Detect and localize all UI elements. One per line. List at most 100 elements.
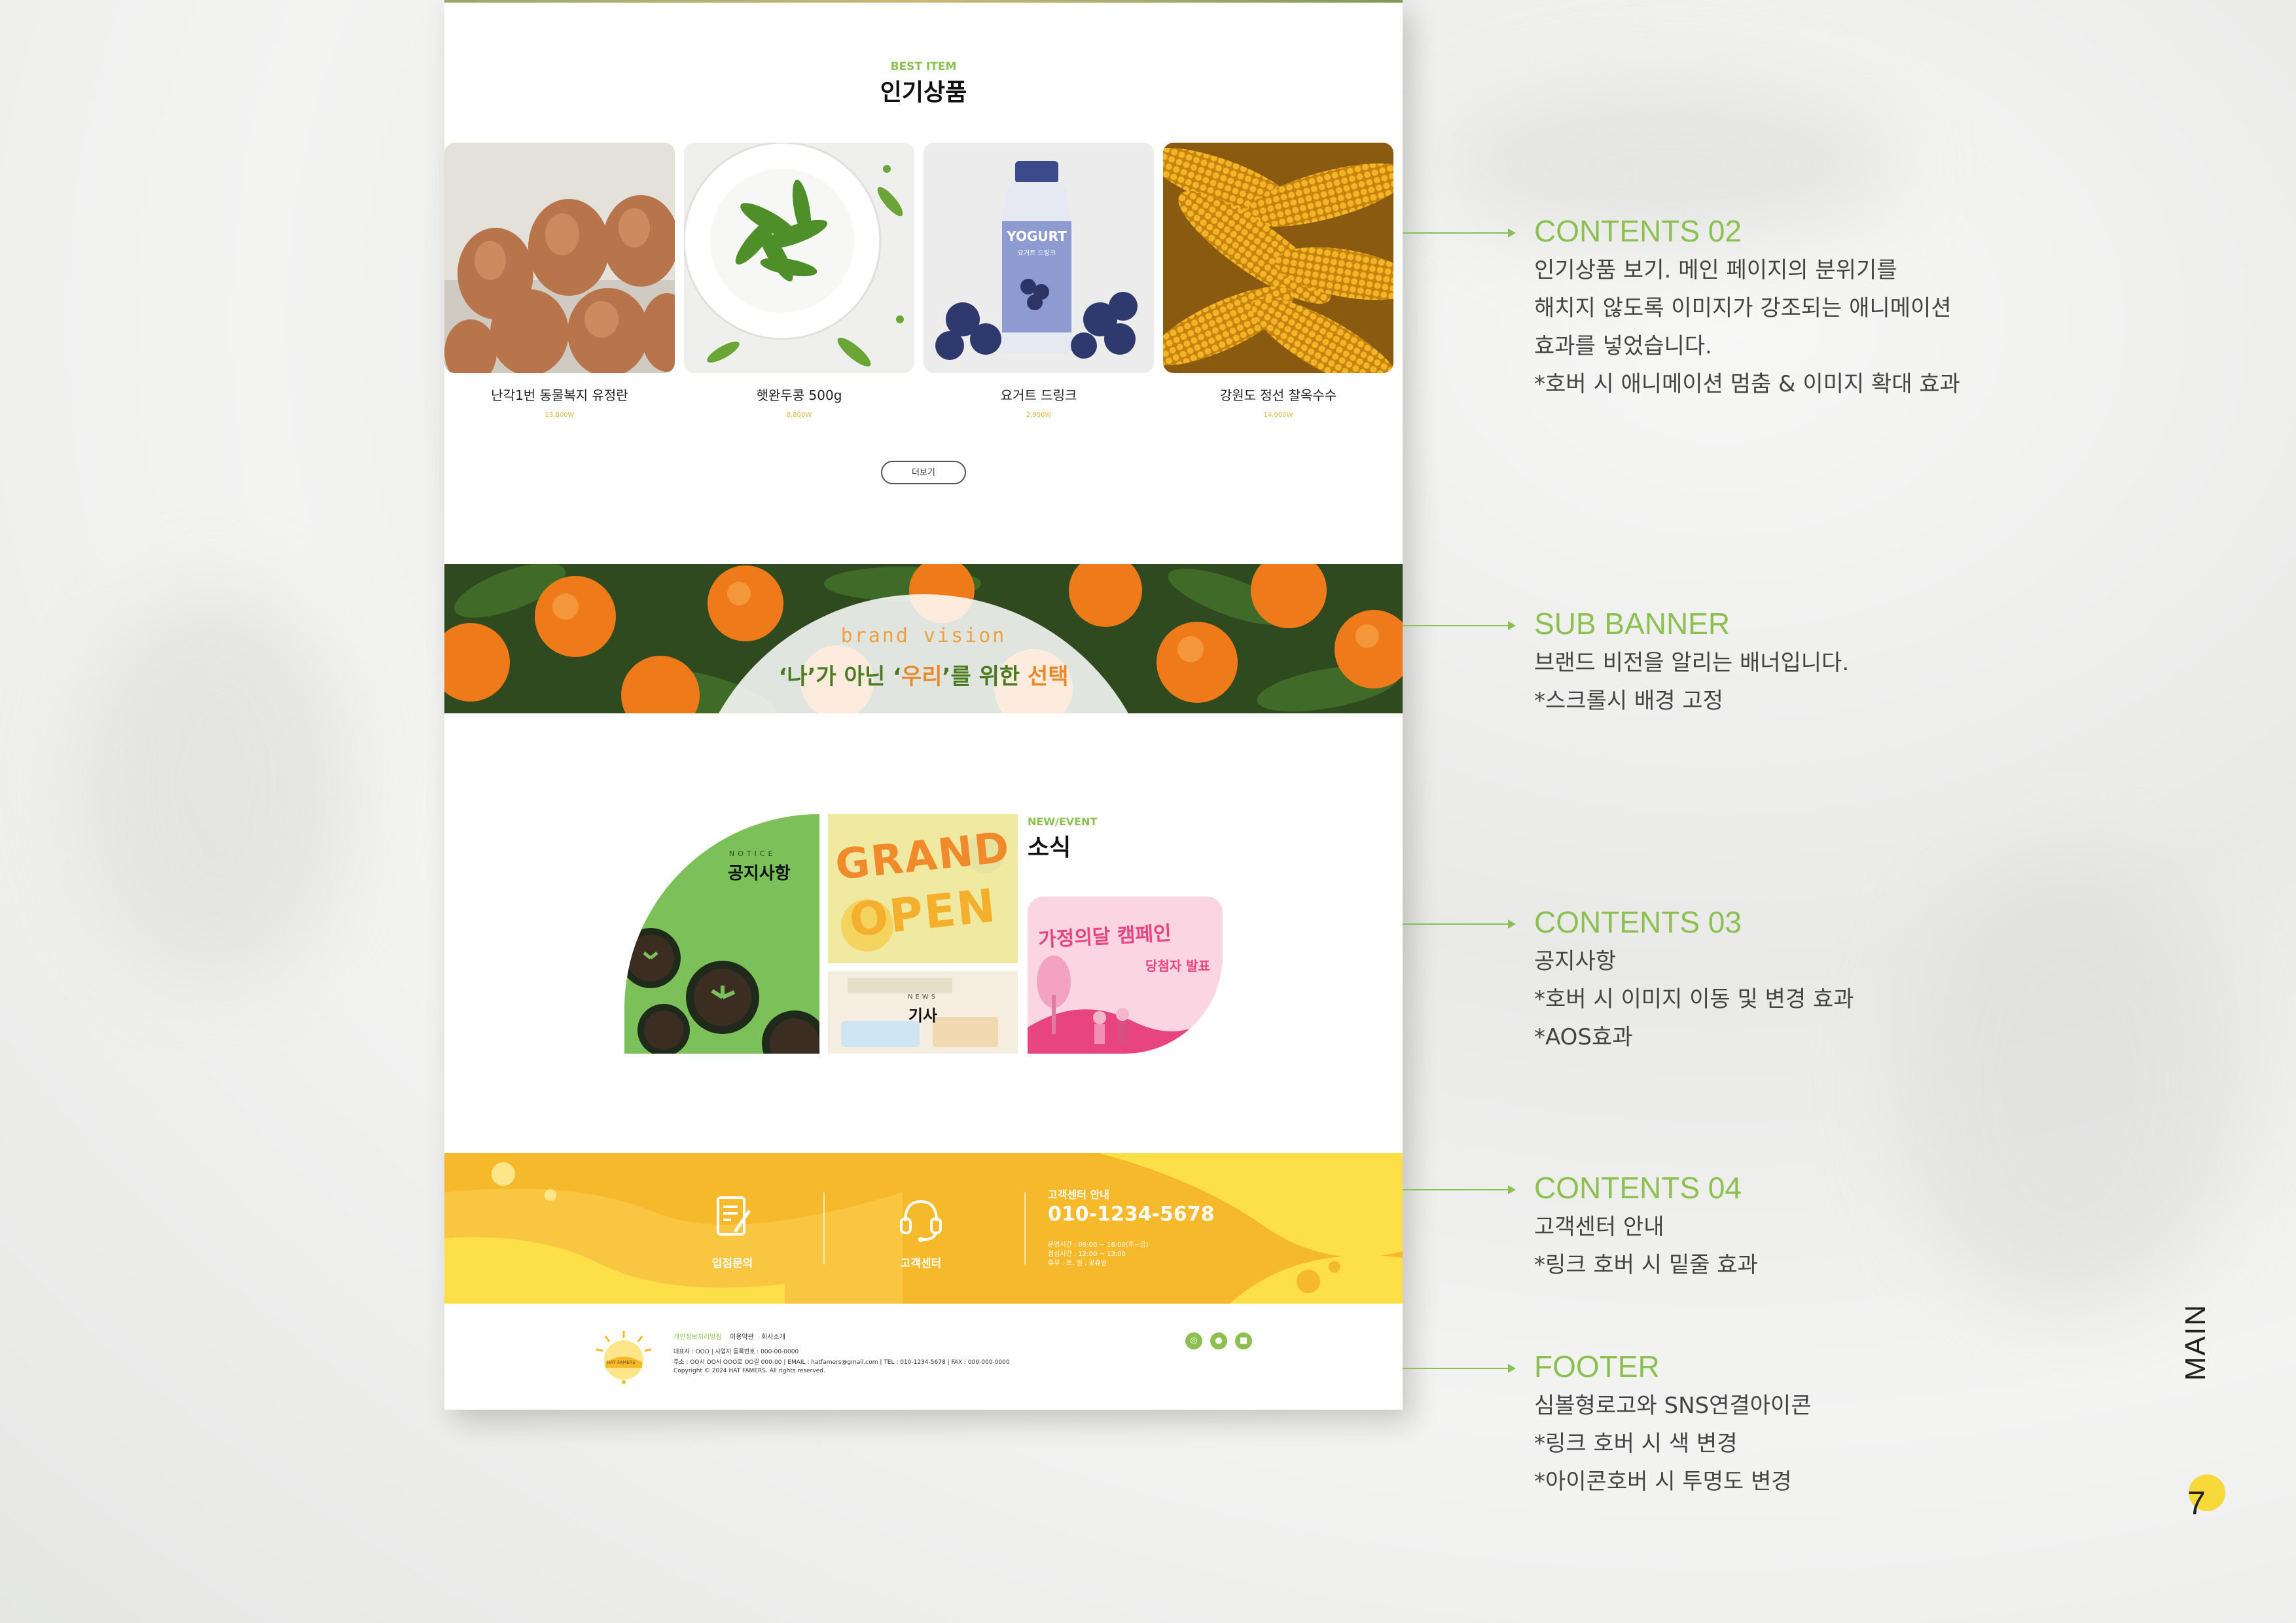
cs-phone[interactable]: 010-1234-5678: [1048, 1203, 1215, 1226]
customer-service-section: 입점문의 고객센터 고객센터 안내 010-1234-5678 운영시간 : 0…: [444, 1153, 1403, 1304]
yogurt-brand-text: YOGURT: [1006, 228, 1067, 244]
logo-text: HAT FAMERS: [607, 1360, 636, 1365]
footer-link-terms[interactable]: 이용약관: [730, 1331, 754, 1341]
article-card[interactable]: NEWS 기사: [828, 971, 1018, 1054]
annotation-connector: [1403, 923, 1512, 925]
notice-card[interactable]: NOTICE 공지사항: [624, 814, 819, 1054]
article-title[interactable]: 기사: [828, 1003, 1018, 1026]
annotation-description: 브랜드 비전을 알리는 배너입니다. *스크롤시 배경 고정: [1534, 644, 1849, 720]
slogan-part: ‘나’가 아닌 ‘: [778, 664, 901, 690]
section-label: MAIN: [2179, 1304, 2212, 1381]
background-shadow: [79, 589, 353, 982]
brand-vision-slogan: ‘나’가 아닌 ‘우리’를 위한 선택: [444, 658, 1403, 690]
best-item-title: 인기상품: [880, 79, 967, 106]
annotation-line: *링크 호버 시 밑줄 효과: [1534, 1252, 1758, 1278]
cs-hours-line: 휴무 : 토, 일 , 공휴일: [1048, 1260, 1107, 1267]
footer-link-privacy[interactable]: 개인정보처리방침: [673, 1331, 722, 1341]
slogan-highlight: 우리: [901, 664, 942, 690]
footer-info-line: 주소 : OO시 OO시 OOO로 OO길 000-00 | EMAIL : h…: [673, 1359, 1010, 1366]
annotation-connector: [1403, 1189, 1512, 1190]
annotation-description: 공지사항 *호버 시 이미지 이동 및 변경 효과 *AOS효과: [1534, 942, 1854, 1056]
product-price: 14,900W: [1263, 412, 1293, 419]
partnership-label: 입점문의: [711, 1257, 753, 1270]
footer-link-about[interactable]: 회사소개: [761, 1331, 785, 1341]
footer-copyright: Copyright © 2024 HAT FAMERS. All rights …: [673, 1368, 825, 1374]
annotation-line: *호버 시 애니메이션 멈춤 & 이미지 확대 효과: [1534, 371, 1960, 397]
annotation-title: FOOTER: [1534, 1349, 1660, 1383]
annotation-line: 심볼형로고와 SNS연결아이콘: [1534, 1393, 1812, 1419]
product-name[interactable]: 요거트 드링크: [924, 385, 1154, 404]
annotation-description: 인기상품 보기. 메인 페이지의 분위기를 해치지 않도록 이미지가 강조되는 …: [1534, 251, 1960, 403]
product-card[interactable]: 난각1번 동물복지 유정란 13,800W: [444, 143, 675, 419]
product-card[interactable]: 강원도 정선 찰옥수수 14,900W: [1163, 143, 1393, 419]
annotation-line: *AOS효과: [1534, 1024, 1633, 1050]
customer-center-label: 고객센터: [900, 1257, 942, 1270]
annotation-line: *링크 호버 시 색 변경: [1534, 1431, 1738, 1457]
product-card[interactable]: YOGURT 요거트 드링크 요거트 드링크 2,900W: [924, 143, 1154, 419]
product-image-yogurt: YOGURT 요거트 드링크: [924, 143, 1154, 373]
cs-hours-line: 점심시간 : 12:00 ~ 13:00: [1048, 1251, 1126, 1258]
product-image-eggs: [444, 143, 675, 373]
sub-banner: brand vision ‘나’가 아닌 ‘우리’를 위한 선택: [444, 564, 1403, 713]
cs-title: 고객센터 안내: [1048, 1188, 1109, 1201]
product-image-peas: [684, 143, 914, 373]
notice-title[interactable]: 공지사항: [728, 860, 791, 884]
annotation-line: 효과를 넣었습니다.: [1534, 333, 1712, 359]
document-edit-icon: [717, 1196, 751, 1236]
arrow-right-icon: [1508, 1185, 1516, 1194]
arrow-right-icon: [1508, 919, 1516, 929]
kakao-icon[interactable]: ●: [1210, 1332, 1227, 1349]
annotation-title: CONTENTS 02: [1534, 214, 1742, 248]
annotation-title: CONTENTS 04: [1534, 1171, 1742, 1205]
cs-hours: 운영시간 : 09:00 ~ 18:00(주~금) 점심시간 : 12:00 ~…: [1048, 1241, 1148, 1268]
annotation-title: CONTENTS 03: [1534, 905, 1742, 939]
product-name[interactable]: 강원도 정선 찰옥수수: [1163, 385, 1393, 404]
annotation-connector: [1403, 625, 1512, 626]
cs-divider: [823, 1192, 825, 1264]
cs-divider: [1024, 1192, 1026, 1264]
campaign-card[interactable]: 가정의달 캠페인 당첨자 발표: [1028, 897, 1223, 1054]
product-image-corn: [1163, 143, 1393, 373]
page-number: 7: [2187, 1485, 2206, 1522]
footer-info-line: 대표자 : OOO | 사업자 등록번호 : 000-00-0000: [673, 1349, 799, 1355]
slogan-highlight: 선택: [1027, 664, 1069, 690]
cs-hours-line: 운영시간 : 09:00 ~ 18:00(주~금): [1048, 1241, 1149, 1249]
footer: HAT FAMERS 개인정보처리방침 이용약관 회사소개 대표자 : OOO …: [444, 1304, 1403, 1410]
arrow-right-icon: [1508, 228, 1516, 238]
background-shadow: [1898, 851, 2238, 1309]
annotation-line: *스크롤시 배경 고정: [1534, 688, 1723, 714]
annotation-line: 인기상품 보기. 메인 페이지의 분위기를: [1534, 257, 1897, 283]
blog-icon[interactable]: ■: [1235, 1332, 1252, 1349]
slogan-part: ’를 위한: [942, 664, 1028, 690]
article-eyebrow: NEWS: [907, 993, 939, 1001]
notice-eyebrow: NOTICE: [729, 849, 776, 858]
annotation-connector: [1403, 1368, 1512, 1369]
grand-open-card[interactable]: GRAND OPEN: [828, 814, 1018, 963]
annotation-title: SUB BANNER: [1534, 607, 1731, 641]
news-title: 소식: [1028, 834, 1071, 861]
annotation-line: 고객센터 안내: [1534, 1214, 1664, 1240]
annotation-line: 해치지 않도록 이미지가 강조되는 애니메이션: [1534, 295, 1952, 321]
product-name[interactable]: 난각1번 동물복지 유정란: [444, 385, 675, 404]
product-price: 13,800W: [545, 412, 575, 419]
arrow-right-icon: [1508, 1364, 1516, 1373]
instagram-icon[interactable]: ◎: [1185, 1332, 1202, 1349]
annotation-description: 고객센터 안내 *링크 호버 시 밑줄 효과: [1534, 1208, 1758, 1284]
best-item-eyebrow: BEST ITEM: [890, 60, 957, 73]
product-name[interactable]: 햇완두콩 500g: [684, 385, 914, 404]
news-eyebrow: NEW/EVENT: [1028, 815, 1098, 828]
product-card[interactable]: 햇완두콩 500g 8,800W: [684, 143, 914, 419]
annotation-line: *호버 시 이미지 이동 및 변경 효과: [1534, 986, 1854, 1012]
previous-section-edge: [444, 0, 1403, 3]
annotation-line: 공지사항: [1534, 948, 1617, 974]
product-price: 2,900W: [1026, 412, 1052, 419]
annotation-line: 브랜드 비전을 알리는 배너입니다.: [1534, 650, 1850, 676]
brand-vision-eyebrow: brand vision: [840, 624, 1007, 647]
customer-center-link[interactable]: 고객센터: [872, 1192, 970, 1270]
campaign-subtitle: 당첨자 발표: [1145, 958, 1210, 974]
more-button[interactable]: 더보기: [881, 461, 966, 484]
footer-logo[interactable]: HAT FAMERS: [592, 1330, 655, 1387]
annotation-description: 심볼형로고와 SNS연결아이콘 *링크 호버 시 색 변경 *아이콘호버 시 투…: [1534, 1387, 1812, 1501]
annotation-line: *아이콘호버 시 투명도 변경: [1534, 1469, 1792, 1495]
partnership-link[interactable]: 입점문의: [683, 1192, 781, 1270]
